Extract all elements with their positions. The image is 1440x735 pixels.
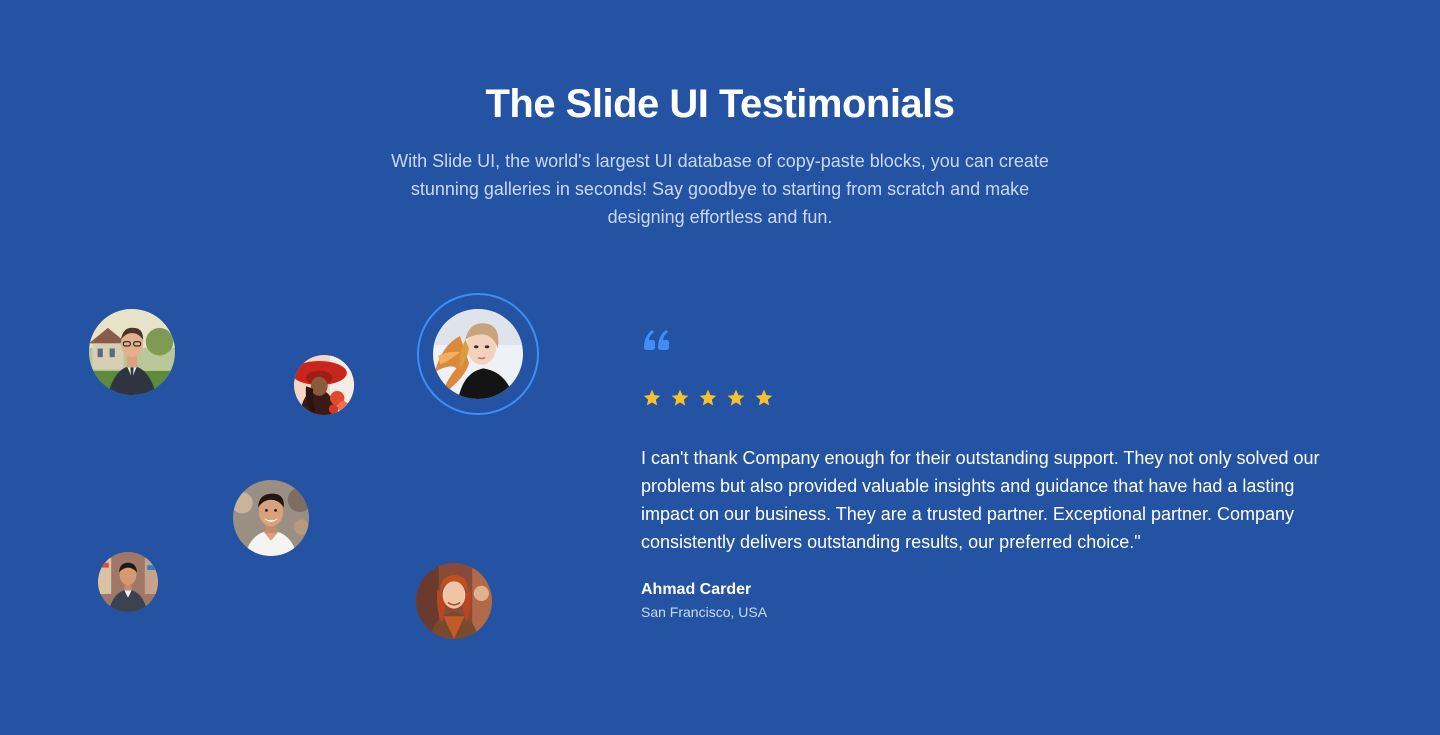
author-location: San Francisco, USA [641,604,768,620]
avatar-man-suit-shop[interactable] [98,552,158,612]
section-subtitle: With Slide UI, the world's largest UI da… [391,151,1049,227]
star-icon [755,389,773,406]
star-icon [671,389,689,406]
star-icon [643,389,661,406]
avatar-woman-flowing-hair[interactable] [433,309,523,399]
testimonial-text: I can't thank Company enough for their o… [641,448,1320,552]
avatar-man-suit-building[interactable] [89,309,175,395]
avatar-woman-red-hat[interactable] [294,355,354,415]
quote-icon [644,330,669,350]
star-icon [699,389,717,406]
avatar-woman-red-hair[interactable] [416,563,492,639]
section-title: The Slide UI Testimonials [485,82,955,126]
star-icon [727,389,745,406]
testimonials-section: The Slide UI Testimonials With Slide UI,… [0,0,1440,735]
rating-stars [642,388,774,410]
avatar-smiling-man[interactable] [233,480,309,556]
author-name: Ahmad Carder [641,581,752,598]
